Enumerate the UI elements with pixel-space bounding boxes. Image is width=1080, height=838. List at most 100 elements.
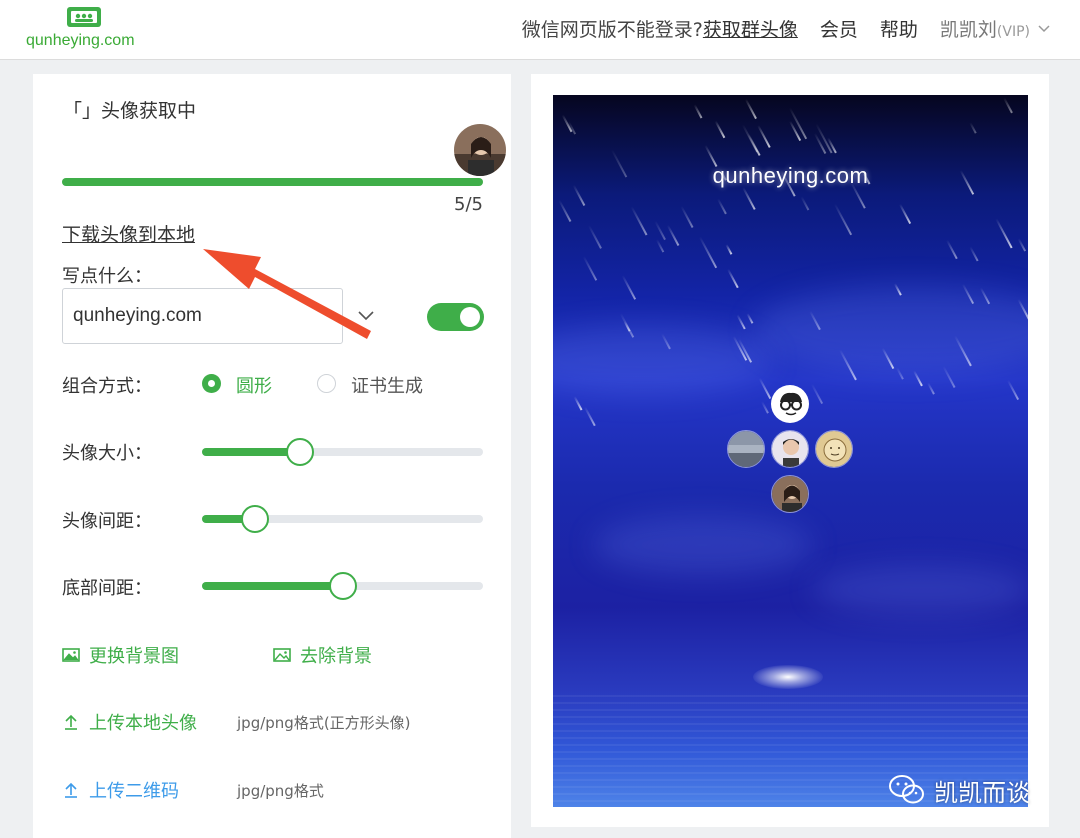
nav-help[interactable]: 帮助 [880, 15, 918, 42]
meteor-streak [898, 203, 911, 224]
meteor-streak [583, 407, 596, 427]
nav-member[interactable]: 会员 [820, 15, 858, 42]
change-background-label: 更换背景图 [89, 646, 179, 667]
meteor-streak [742, 187, 756, 211]
avatar-spacing-label: 头像间距： [62, 511, 152, 532]
meteor-streak [758, 378, 771, 400]
write-something-label: 写点什么： [62, 266, 152, 287]
radio-circle[interactable] [202, 374, 221, 393]
meteor-streak [810, 383, 823, 404]
preview-panel: qunheying.com [531, 74, 1049, 827]
meteor-streak [621, 275, 636, 301]
bottom-spacing-label: 底部间距： [62, 578, 152, 599]
meteor-streak [995, 218, 1013, 249]
meteor-streak [744, 98, 757, 120]
meteor-streak [725, 244, 733, 256]
fetch-progress-bar [62, 178, 483, 186]
meteor-streak [666, 224, 679, 246]
site-logo[interactable]: qunheying.com [26, 6, 146, 54]
chevron-down-icon[interactable] [1038, 22, 1050, 34]
logo-icon [67, 7, 101, 27]
meteor-streak [1007, 379, 1019, 400]
top-header: qunheying.com 微信网页版不能登录? 获取群头像 会员 帮助 凯凯刘… [0, 0, 1080, 60]
meteor-streak [741, 124, 758, 152]
meteor-streak [736, 315, 746, 330]
upload-avatar-hint: jpg/png格式(正方形头像) [237, 714, 411, 732]
progress-fill [62, 178, 483, 186]
meteor-streak [1017, 238, 1026, 252]
upload-qrcode-label: 上传二维码 [89, 781, 179, 802]
upload-icon [65, 714, 77, 730]
caption-toggle[interactable] [427, 303, 484, 331]
radio-circle-label[interactable]: 圆形 [236, 372, 272, 398]
get-group-avatar-link[interactable]: 获取群头像 [703, 15, 798, 42]
meteor-streak [654, 220, 666, 240]
meteor-streak [656, 239, 664, 253]
watermark-text: 凯凯而谈 [934, 778, 1030, 807]
slider-fill [202, 582, 343, 590]
meteor-streak [727, 268, 739, 289]
wechat-watermark: 凯凯而谈 [888, 770, 1030, 810]
preview-avatar [771, 475, 809, 513]
image-icon [273, 648, 291, 662]
meteor-streak [761, 401, 769, 414]
cloud [593, 515, 813, 575]
user-name: 凯凯刘 [939, 18, 997, 41]
radio-certificate[interactable] [317, 374, 336, 393]
meteor-streak [694, 104, 703, 119]
meteor-streak [1003, 97, 1013, 114]
settings-panel: 「」头像获取中 5/5 下载头像到本地 写点什么： qunheying.com … [33, 74, 511, 838]
upload-avatar-label: 上传本地头像 [89, 713, 197, 734]
meteor-streak [583, 255, 598, 281]
annotation-arrow [203, 249, 371, 339]
meteor-streak [800, 196, 809, 211]
meteor-streak [699, 236, 717, 269]
upload-qrcode-hint: jpg/png格式 [237, 782, 324, 800]
user-menu[interactable]: 凯凯刘(VIP) [940, 15, 1030, 42]
progress-count: 5/5 [454, 194, 483, 215]
meteor-streak [587, 225, 602, 250]
meteor-streak [926, 382, 935, 395]
preview-avatar [771, 385, 809, 423]
upload-icon [65, 782, 77, 798]
slider-handle[interactable] [241, 505, 270, 533]
slider-handle[interactable] [286, 438, 315, 466]
preview-caption: qunheying.com [712, 163, 869, 188]
meteor-streak [756, 124, 770, 148]
bottom-spacing-slider[interactable] [202, 572, 483, 600]
remove-background-button[interactable]: 去除背景 [273, 642, 372, 668]
preview-avatar [815, 430, 853, 468]
radio-certificate-label[interactable]: 证书生成 [351, 372, 423, 398]
horizon-glow [753, 665, 823, 689]
combine-mode-label: 组合方式： [62, 376, 152, 397]
avatar-size-slider[interactable] [202, 438, 483, 466]
user-vip-badge: (VIP) [996, 23, 1030, 40]
preview-avatar [727, 430, 765, 468]
avatar-fetch-status: 「」头像获取中 [63, 100, 197, 122]
meteor-streak [573, 396, 582, 410]
slider-handle[interactable] [328, 572, 357, 600]
meteor-streak [630, 206, 647, 236]
toggle-knob [460, 307, 480, 327]
cloud [813, 565, 1028, 615]
meteor-streak [834, 203, 852, 236]
meteor-streak [714, 121, 726, 139]
upload-qrcode-button[interactable]: 上传二维码 [62, 777, 179, 803]
upload-avatar-button[interactable]: 上传本地头像 [62, 709, 197, 735]
login-question: 微信网页版不能登录? [521, 18, 703, 41]
avatar-size-label: 头像大小： [62, 443, 152, 464]
meteor-streak [968, 121, 976, 134]
meteor-streak [558, 199, 572, 222]
meteor-streak [969, 246, 979, 262]
image-icon [62, 648, 80, 662]
download-avatars-link[interactable]: 下载头像到本地 [62, 220, 195, 247]
logo-text: qunheying.com [26, 32, 135, 49]
wechat-icon [889, 775, 924, 804]
meteor-streak [679, 206, 693, 229]
preview-canvas: qunheying.com [553, 95, 1028, 807]
meteor-streak [946, 240, 958, 260]
meteor-streak [746, 313, 753, 324]
change-background-button[interactable]: 更换背景图 [62, 642, 179, 668]
avatar-spacing-slider[interactable] [202, 505, 483, 533]
meteor-streak [814, 132, 827, 154]
